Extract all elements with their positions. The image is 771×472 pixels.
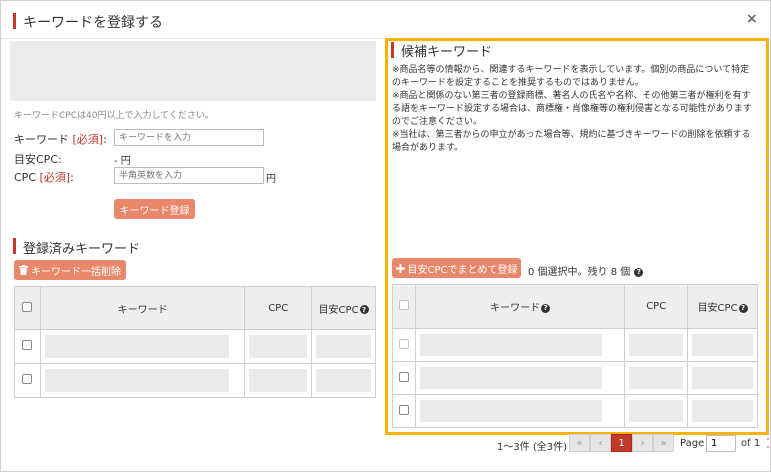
cpc-cell-placeholder	[249, 335, 308, 358]
scrollbar-dashes	[767, 150, 769, 450]
bulk-register-button[interactable]: 目安CPCでまとめて登録	[392, 258, 521, 278]
table-row	[14, 363, 376, 398]
target-cpc-value: - 円	[114, 156, 131, 167]
keyword-column-header: キーワード?	[414, 284, 626, 329]
row-checkbox[interactable]	[398, 371, 409, 382]
close-icon[interactable]: ×	[746, 11, 758, 27]
prev-page-button[interactable]: ‹	[590, 434, 611, 452]
next-page-button[interactable]: ›	[632, 434, 653, 452]
table-row	[392, 361, 758, 395]
select-all-checkbox[interactable]	[22, 301, 33, 312]
page-label: Page	[680, 438, 705, 449]
notice-text: ※商品と関係のない第三者の登録商標、著名人の氏名や名称、その他第三者が権利を有す…	[392, 91, 752, 127]
candidate-keywords-title: 候補キーワード	[401, 45, 493, 60]
target-cpc-cell-placeholder	[692, 334, 753, 356]
cpc-cell-placeholder	[249, 369, 308, 392]
keyword-cell-placeholder	[419, 400, 603, 422]
plus-icon	[395, 263, 405, 273]
keyword-register-dialog: キーワードを登録する × キーワードCPCは40円以上で入力してください。 キー…	[0, 0, 771, 472]
table-row	[392, 328, 758, 362]
row-checkbox[interactable]	[398, 404, 409, 415]
dialog-title: キーワードを登録する	[23, 15, 163, 31]
table-header-row: キーワード? CPC 目安CPC?	[392, 284, 758, 329]
trash-icon	[19, 265, 28, 275]
cpc-label: CPC [必須]:	[14, 171, 74, 184]
keyword-register-button[interactable]: キーワード登録	[114, 199, 195, 219]
cpc-cell-placeholder	[629, 367, 684, 389]
last-page-button[interactable]: »	[653, 434, 674, 452]
cpc-cell-placeholder	[629, 334, 684, 356]
help-icon[interactable]: ?	[541, 303, 551, 313]
target-cpc-cell-placeholder	[316, 369, 371, 392]
keyword-cell-placeholder	[419, 367, 603, 389]
page-of-label: of 1	[741, 438, 761, 449]
pagination-range: 1〜3件 (全3件)	[497, 442, 568, 453]
keyword-cell-placeholder	[419, 334, 603, 356]
select-all-cell	[392, 284, 416, 329]
select-all-cell	[14, 286, 41, 330]
table-header-row: キーワード CPC 目安CPC?	[14, 286, 376, 330]
section-accent-bar	[391, 42, 394, 58]
bulk-delete-button[interactable]: キーワード一括削除	[14, 260, 126, 280]
table-row	[392, 394, 758, 428]
cpc-hint: キーワードCPCは40円以上で入力してください。	[14, 111, 214, 121]
keyword-label: キーワード [必須]:	[14, 133, 107, 146]
first-page-button[interactable]: «	[569, 434, 590, 452]
candidate-keywords-table: キーワード? CPC 目安CPC?	[392, 284, 758, 428]
notice-text: ※商品名等の情報から、関連するキーワードを表示しています。個別の商品について特定…	[392, 65, 750, 88]
keyword-input[interactable]	[114, 129, 264, 146]
dialog-header: キーワードを登録する ×	[1, 1, 770, 39]
target-cpc-column-header: 目安CPC?	[311, 286, 376, 330]
row-checkbox[interactable]	[398, 338, 409, 349]
row-checkbox[interactable]	[22, 340, 33, 350]
notice-text: ※当社は、第三者からの申立があった場合等、規約に基づきキーワードの削除を依頼する…	[392, 130, 751, 153]
target-cpc-column-header: 目安CPC?	[687, 284, 758, 329]
section-accent-bar	[13, 238, 16, 254]
row-checkbox[interactable]	[22, 374, 33, 384]
required-mark: [必須]	[39, 171, 71, 184]
title-accent-bar	[13, 13, 16, 29]
cpc-column-header: CPC	[244, 286, 313, 330]
cpc-cell-placeholder	[629, 400, 684, 422]
help-icon[interactable]: ?	[738, 303, 748, 313]
cpc-input[interactable]	[114, 167, 264, 184]
candidate-notice: ※商品名等の情報から、関連するキーワードを表示しています。個別の商品について特定…	[392, 64, 758, 155]
target-cpc-label: 目安CPC:	[14, 153, 62, 166]
target-cpc-cell-placeholder	[692, 400, 753, 422]
required-mark: [必須]	[72, 133, 104, 146]
page-1-button[interactable]: 1	[611, 434, 632, 452]
target-cpc-cell-placeholder	[316, 335, 371, 358]
info-placeholder	[10, 41, 376, 101]
cpc-unit: 円	[266, 174, 276, 185]
select-all-checkbox[interactable]	[398, 300, 409, 310]
registered-keywords-table: キーワード CPC 目安CPC?	[14, 286, 376, 398]
cpc-column-header: CPC	[624, 284, 689, 329]
help-icon[interactable]: ?	[634, 267, 644, 277]
keyword-cell-placeholder	[44, 335, 230, 358]
keyword-cell-placeholder	[44, 369, 230, 392]
target-cpc-cell-placeholder	[692, 367, 753, 389]
keyword-column-header: キーワード	[39, 286, 246, 330]
page-number-input[interactable]	[706, 435, 736, 452]
table-row	[14, 329, 376, 364]
selection-info: 0 個選択中。残り 8 個 ?	[528, 263, 644, 278]
help-icon[interactable]: ?	[359, 305, 369, 314]
registered-keywords-title: 登録済みキーワード	[23, 242, 141, 257]
